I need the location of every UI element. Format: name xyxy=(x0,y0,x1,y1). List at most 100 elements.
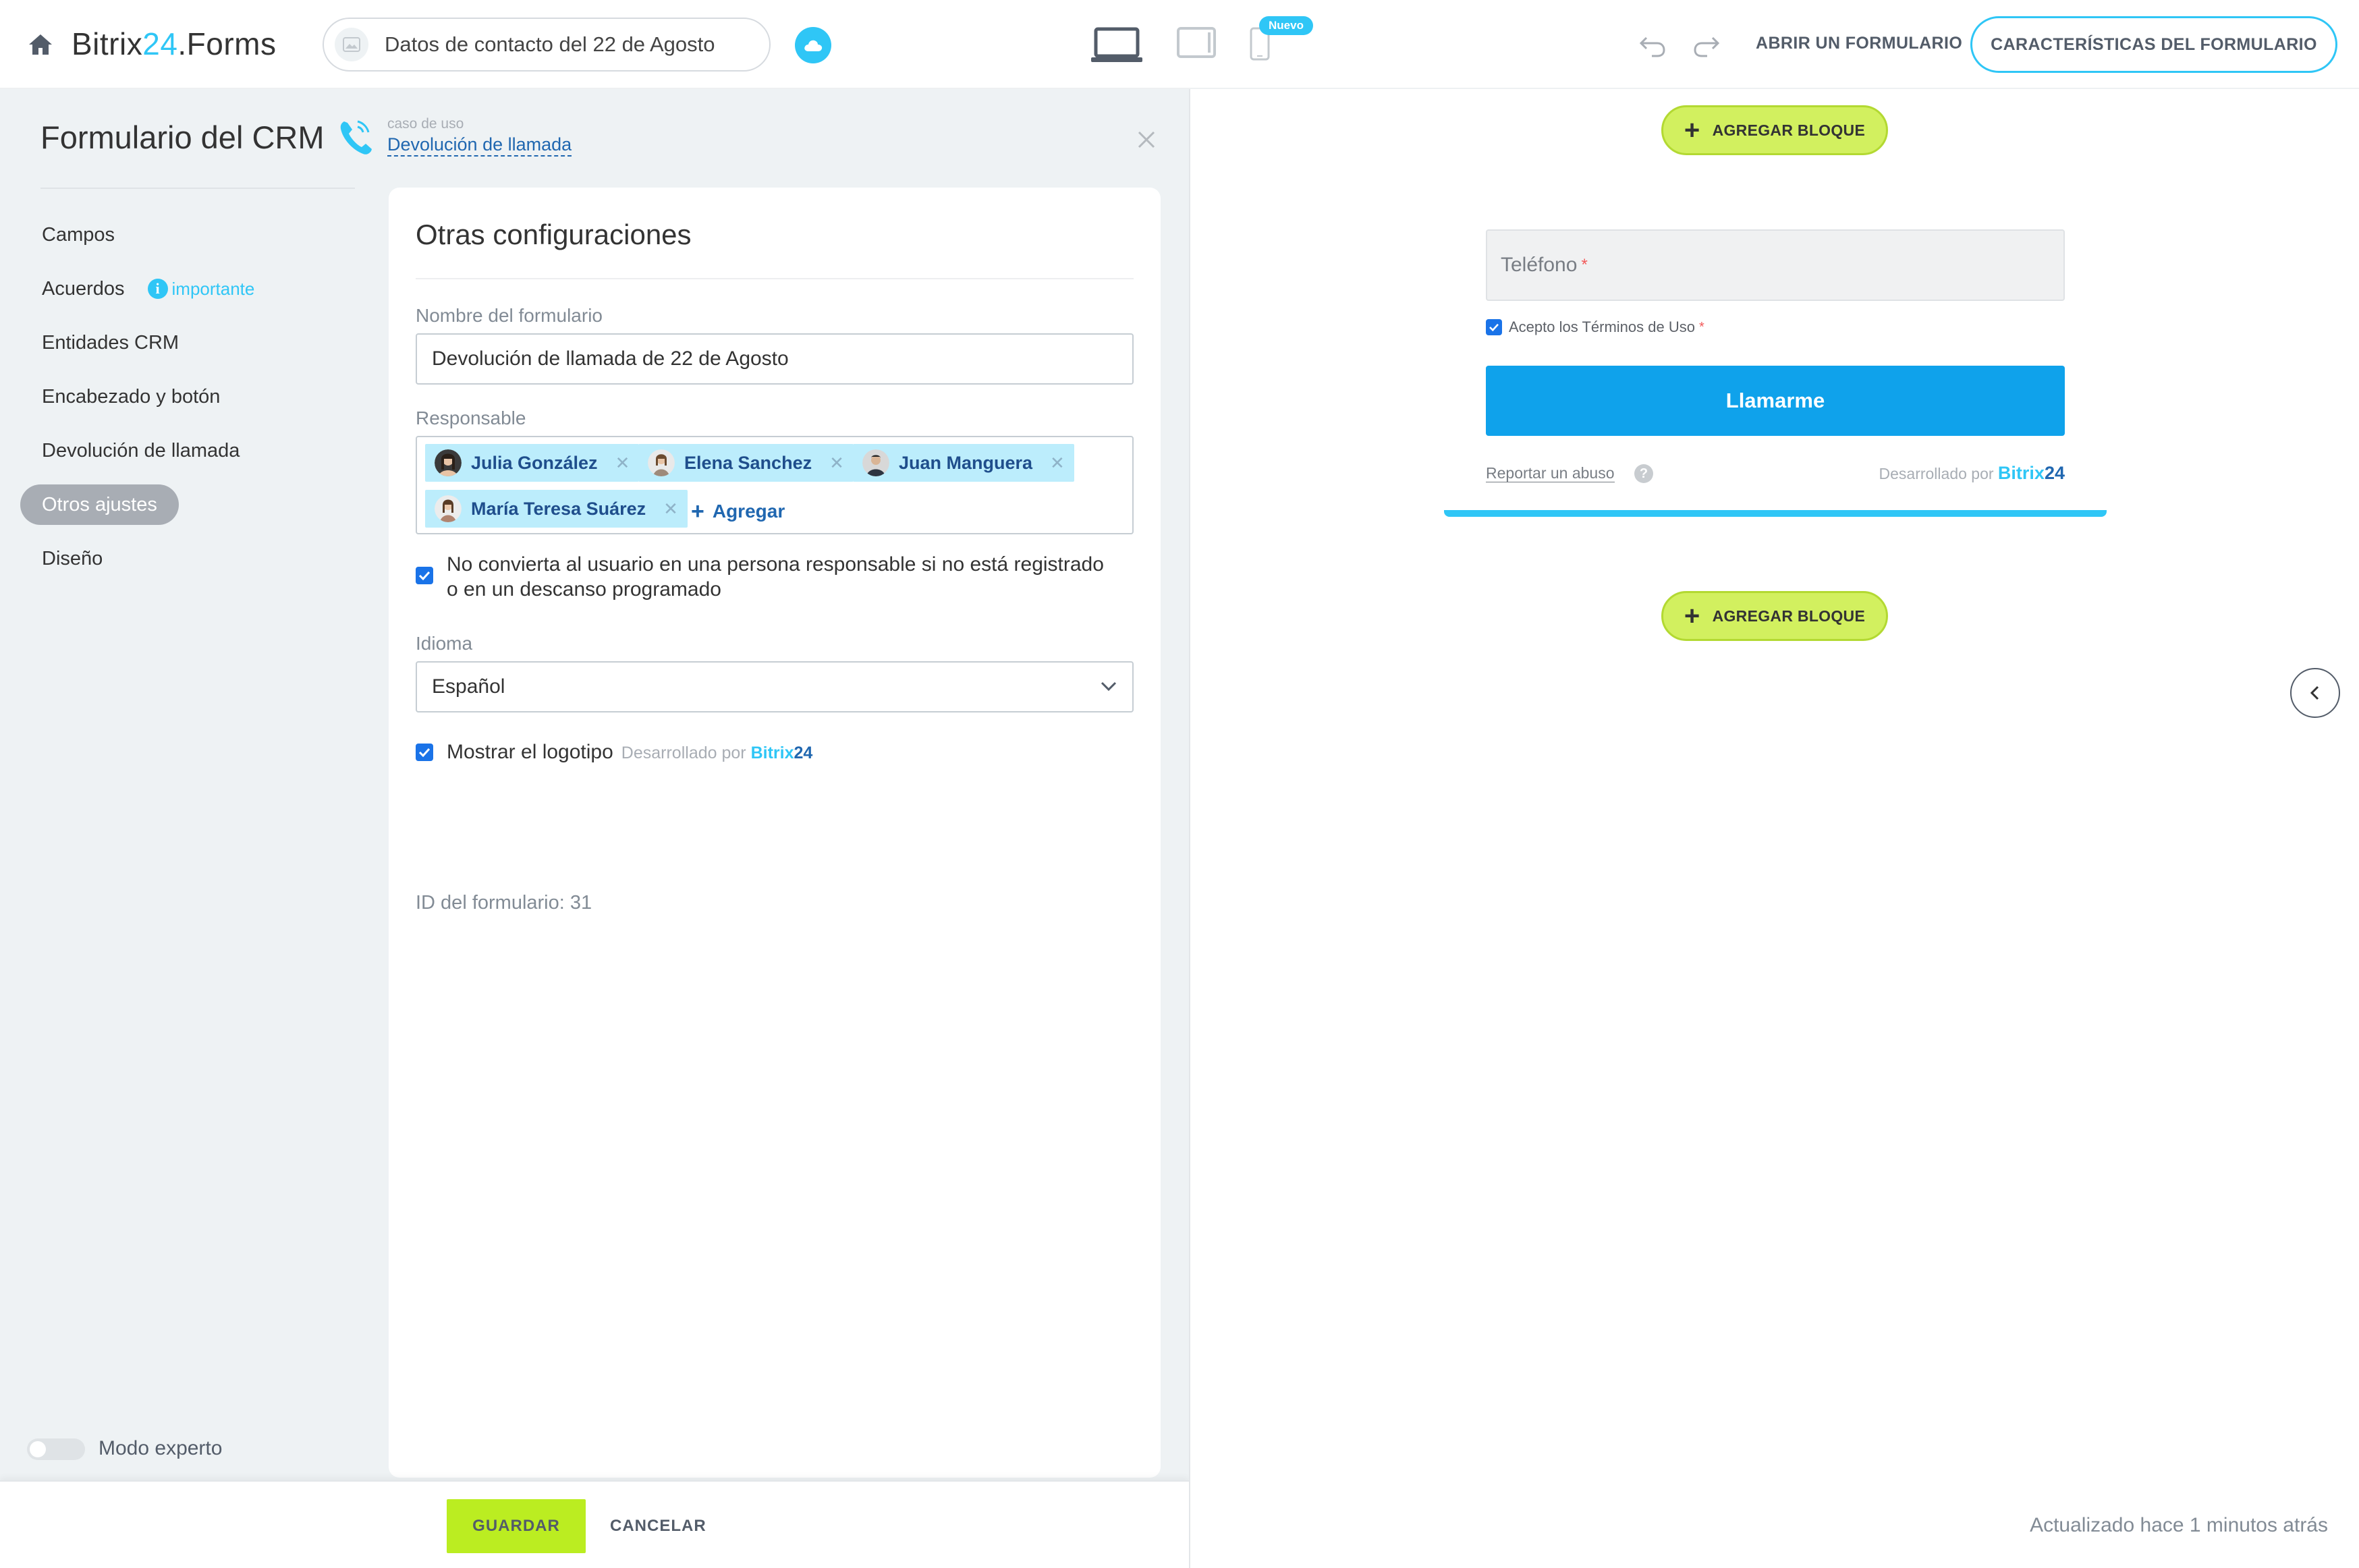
no-convert-checkbox[interactable] xyxy=(416,567,433,584)
responsible-tag[interactable]: Elena Sanchez ✕ xyxy=(638,444,854,482)
responsible-name: Julia González xyxy=(471,452,598,473)
avatar xyxy=(648,449,675,476)
sidebar-item-label: Otros ajustes xyxy=(42,493,157,515)
avatar xyxy=(435,495,462,522)
sidebar-item-otros-ajustes[interactable]: Otros ajustes xyxy=(20,484,179,525)
terms-checkbox[interactable] xyxy=(1486,319,1502,335)
required-mark: * xyxy=(1698,319,1704,335)
form-features-button[interactable]: CARACTERÍSTICAS DEL FORMULARIO xyxy=(1970,16,2337,73)
language-label: Idioma xyxy=(416,633,473,654)
cancel-button[interactable]: CANCELAR xyxy=(610,1499,706,1553)
check-icon xyxy=(418,571,431,580)
responsible-tag[interactable]: María Teresa Suárez ✕ xyxy=(425,490,688,528)
sidebar-item-entidades-crm[interactable]: Entidades CRM xyxy=(20,323,200,363)
save-button[interactable]: GUARDAR xyxy=(447,1499,586,1553)
sidebar-item-campos[interactable]: Campos xyxy=(20,215,136,255)
responsible-name: Elena Sanchez xyxy=(684,452,812,473)
remove-icon[interactable]: ✕ xyxy=(615,453,630,474)
form-thumbnail-icon xyxy=(335,28,368,61)
bitrix-logo: Bitrix24 xyxy=(1998,463,2065,483)
close-icon[interactable] xyxy=(1136,130,1157,150)
brand-number: 24 xyxy=(142,26,178,61)
card-title: Otras configuraciones xyxy=(416,219,692,250)
responsible-tag[interactable]: Julia González ✕ xyxy=(425,444,640,482)
terms-text[interactable]: Acepto los Términos de Uso xyxy=(1509,318,1695,336)
language-select[interactable]: Español xyxy=(416,661,1134,712)
sidebar-item-diseno[interactable]: Diseño xyxy=(20,538,124,579)
phone-input[interactable]: Teléfono * xyxy=(1486,229,2065,301)
new-badge: Nuevo xyxy=(1259,16,1313,35)
top-bar: Bitrix24.Forms Datos de contacto del 22 … xyxy=(0,0,2359,89)
required-mark: * xyxy=(1581,256,1588,274)
add-block-label: AGREGAR BLOQUE xyxy=(1712,121,1866,139)
sidebar-item-devolucion[interactable]: Devolución de llamada xyxy=(20,430,261,471)
chevron-down-icon xyxy=(1101,681,1117,692)
add-block-button-top[interactable]: + AGREGAR BLOQUE xyxy=(1661,105,1888,155)
open-form-link[interactable]: ABRIR UN FORMULARIO xyxy=(1756,34,1962,53)
report-abuse-link[interactable]: Reportar un abuso xyxy=(1486,464,1615,482)
cloud-save-icon[interactable] xyxy=(795,27,831,63)
no-convert-text: No convierta al usuario en una persona r… xyxy=(447,552,1104,602)
responsible-label: Responsable xyxy=(416,408,526,428)
remove-icon[interactable]: ✕ xyxy=(829,453,844,474)
usecase-label: caso de uso xyxy=(387,116,464,132)
avatar xyxy=(862,449,889,476)
brand-prefix: Bitrix xyxy=(72,26,143,61)
card-divider xyxy=(416,278,1134,279)
sidebar-item-encabezado[interactable]: Encabezado y botón xyxy=(20,376,242,417)
sidebar-item-label: Diseño xyxy=(42,547,103,569)
help-icon[interactable]: ? xyxy=(1634,464,1653,483)
plus-icon: + xyxy=(691,498,704,524)
add-block-label: AGREGAR BLOQUE xyxy=(1712,607,1866,625)
undo-icon[interactable] xyxy=(1638,31,1667,58)
sidebar-nav: Campos Acuerdos i importante Entidades C… xyxy=(20,215,358,592)
form-name-input[interactable]: Devolución de llamada de 22 de Agosto xyxy=(416,333,1134,385)
check-icon xyxy=(418,748,431,757)
sidebar-item-acuerdos[interactable]: Acuerdos i importante xyxy=(20,269,276,309)
phone-placeholder: Teléfono xyxy=(1501,254,1578,276)
brand-suffix: .Forms xyxy=(177,26,277,61)
home-icon[interactable] xyxy=(27,32,54,57)
responsible-selector[interactable]: Julia González ✕ Elena Sanchez ✕ Juan Ma… xyxy=(416,436,1134,534)
avatar xyxy=(435,449,462,476)
no-convert-line-1: No convierta al usuario en una persona r… xyxy=(447,553,1104,576)
sidebar-item-label: Encabezado y botón xyxy=(42,385,221,408)
tablet-view-icon[interactable] xyxy=(1177,27,1216,58)
add-responsible-button[interactable]: + Agregar xyxy=(691,497,785,526)
language-value: Español xyxy=(432,675,505,698)
chevron-left-icon xyxy=(2310,685,2319,700)
show-logo-checkbox[interactable] xyxy=(416,744,433,761)
call-me-button[interactable]: Llamarme xyxy=(1486,366,2065,436)
usecase-link[interactable]: Devolución de llamada xyxy=(387,134,572,157)
sidebar-item-label: Devolución de llamada xyxy=(42,439,240,461)
sidebar-item-label: Entidades CRM xyxy=(42,331,179,354)
show-logo-text: Mostrar el logotipo Desarrollado por Bitr… xyxy=(447,739,812,766)
add-label: Agregar xyxy=(712,501,785,522)
redo-icon[interactable] xyxy=(1692,31,1721,58)
check-icon xyxy=(1489,323,1499,331)
show-logo-label: Mostrar el logotipo xyxy=(447,741,613,763)
collapse-panel-button[interactable] xyxy=(2290,668,2340,718)
form-name-text: Datos de contacto del 22 de Agosto xyxy=(385,32,715,56)
bitrix-number: 24 xyxy=(2044,463,2065,483)
expert-mode-toggle[interactable] xyxy=(27,1438,85,1460)
terms-row: Acepto los Términos de Uso * xyxy=(1486,318,1704,336)
powered-by-text: Desarrollado por xyxy=(621,744,746,762)
powered-by-small: Desarrollado por Bitrix24 xyxy=(621,744,813,762)
remove-icon[interactable]: ✕ xyxy=(663,499,678,520)
action-bar: GUARDAR CANCELAR xyxy=(0,1480,1189,1568)
form-name-selector[interactable]: Datos de contacto del 22 de Agosto xyxy=(323,18,771,72)
form-preview: + AGREGAR BLOQUE Teléfono * Acepto los Té… xyxy=(1189,89,2359,1568)
responsible-tag[interactable]: Juan Manguera ✕ xyxy=(853,444,1074,482)
add-block-button-bottom[interactable]: + AGREGAR BLOQUE xyxy=(1661,591,1888,641)
nav-divider xyxy=(40,188,355,189)
important-label: importante xyxy=(171,278,255,299)
other-settings-card: Otras configuraciones Nombre del formula… xyxy=(389,188,1161,1478)
bitrix-word: Bitrix xyxy=(750,744,794,762)
remove-icon[interactable]: ✕ xyxy=(1050,453,1065,474)
important-badge[interactable]: i importante xyxy=(147,278,255,300)
info-icon: i xyxy=(147,279,168,299)
phone-callback-icon xyxy=(340,120,372,155)
desktop-view-icon[interactable] xyxy=(1090,27,1143,63)
app-logo[interactable]: Bitrix24.Forms xyxy=(72,26,277,62)
